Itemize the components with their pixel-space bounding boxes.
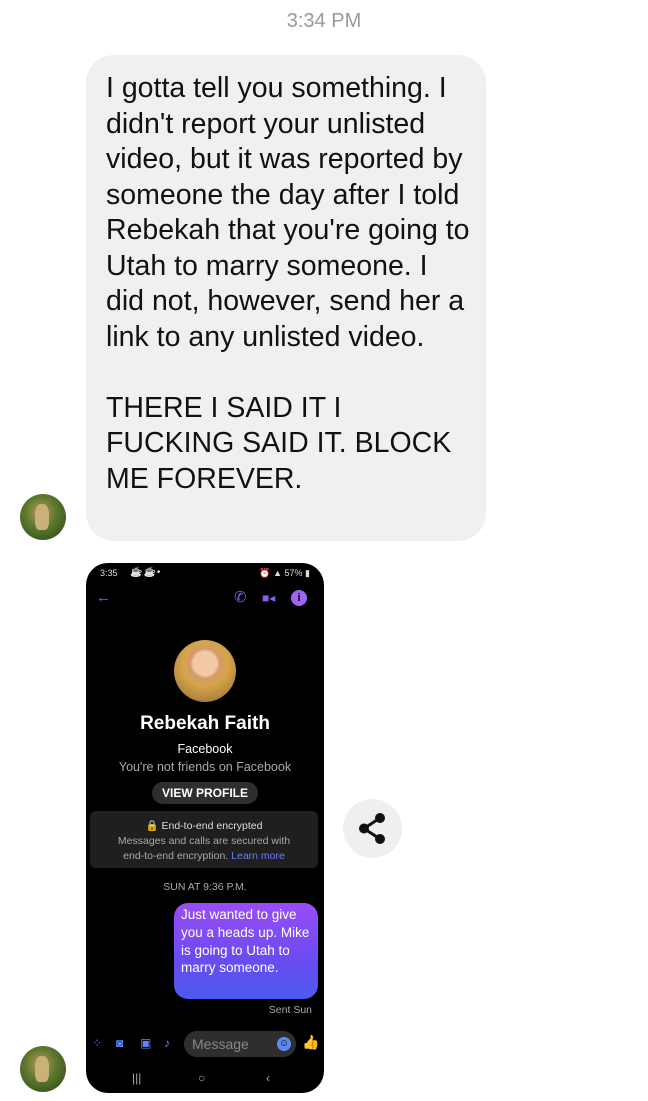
android-nav-bar: ||| ○ ‹: [86, 1071, 324, 1087]
sender-avatar[interactable]: [20, 494, 66, 540]
back-arrow-icon: ←: [96, 589, 111, 606]
share-button[interactable]: [343, 799, 402, 858]
notification-icons: ☕☕•: [130, 567, 162, 578]
lock-icon: 🔒: [145, 820, 159, 832]
contact-name: Rebekah Faith: [140, 713, 270, 734]
camera-icon: ◙: [116, 1036, 124, 1050]
emoji-icon: ☺: [277, 1037, 291, 1051]
video-call-icon: ■◂: [262, 591, 276, 605]
encryption-title: End-to-end encrypted: [161, 820, 263, 832]
status-time: 3:35: [100, 568, 118, 578]
apps-icon: ⁘: [92, 1036, 103, 1050]
thumbs-up-icon: 👍: [302, 1034, 320, 1050]
contact-platform: Facebook: [177, 742, 233, 756]
learn-more-link: Learn more: [231, 850, 285, 862]
phone-status-bar: 3:35 ☕☕• ⏰ ▲ 57% ▮: [100, 567, 310, 581]
sent-message-bubble: Just wanted to give you a heads up. Mike…: [174, 903, 318, 999]
nav-back-icon: ‹: [266, 1071, 270, 1085]
encryption-desc-1: Messages and calls are secured with: [117, 835, 291, 847]
encryption-desc-2: end-to-end encryption.: [123, 850, 229, 862]
view-profile-button: VIEW PROFILE: [152, 782, 258, 804]
message-text-paragraph-2: THERE I SAID IT I FUCKING SAID IT. BLOCK…: [106, 391, 452, 495]
status-battery: ⏰ ▲ 57% ▮: [259, 568, 310, 578]
attached-screenshot[interactable]: 3:35 ☕☕• ⏰ ▲ 57% ▮ ← ✆ ■◂ i Rebekah Fait…: [86, 563, 324, 1093]
friend-status: You're not friends on Facebook: [118, 760, 292, 774]
contact-profile-photo: [174, 640, 236, 702]
home-icon: ○: [198, 1071, 206, 1085]
day-stamp: SUN AT 9:36 P.M.: [163, 881, 247, 893]
phone-call-icon: ✆: [234, 589, 247, 606]
sender-avatar-2[interactable]: [20, 1046, 66, 1092]
message-bubble[interactable]: I gotta tell you something. I didn't rep…: [86, 55, 486, 541]
microphone-icon: ♪: [164, 1036, 170, 1050]
gallery-icon: ▣: [140, 1036, 152, 1050]
encryption-notice: 🔒 End-to-end encrypted Messages and call…: [90, 811, 318, 868]
sent-status: Sent Sun: [268, 1004, 312, 1016]
message-timestamp: 3:34 PM: [286, 10, 362, 32]
chat-header: ← ✆ ■◂ i: [86, 587, 324, 609]
compose-bar: ⁘ ◙ ▣ ♪ Message ☺ 👍: [86, 1029, 324, 1059]
message-text-paragraph-1: I gotta tell you something. I didn't rep…: [106, 72, 470, 353]
info-icon: i: [291, 590, 307, 606]
recent-apps-icon: |||: [132, 1071, 142, 1085]
share-icon: [359, 813, 385, 844]
